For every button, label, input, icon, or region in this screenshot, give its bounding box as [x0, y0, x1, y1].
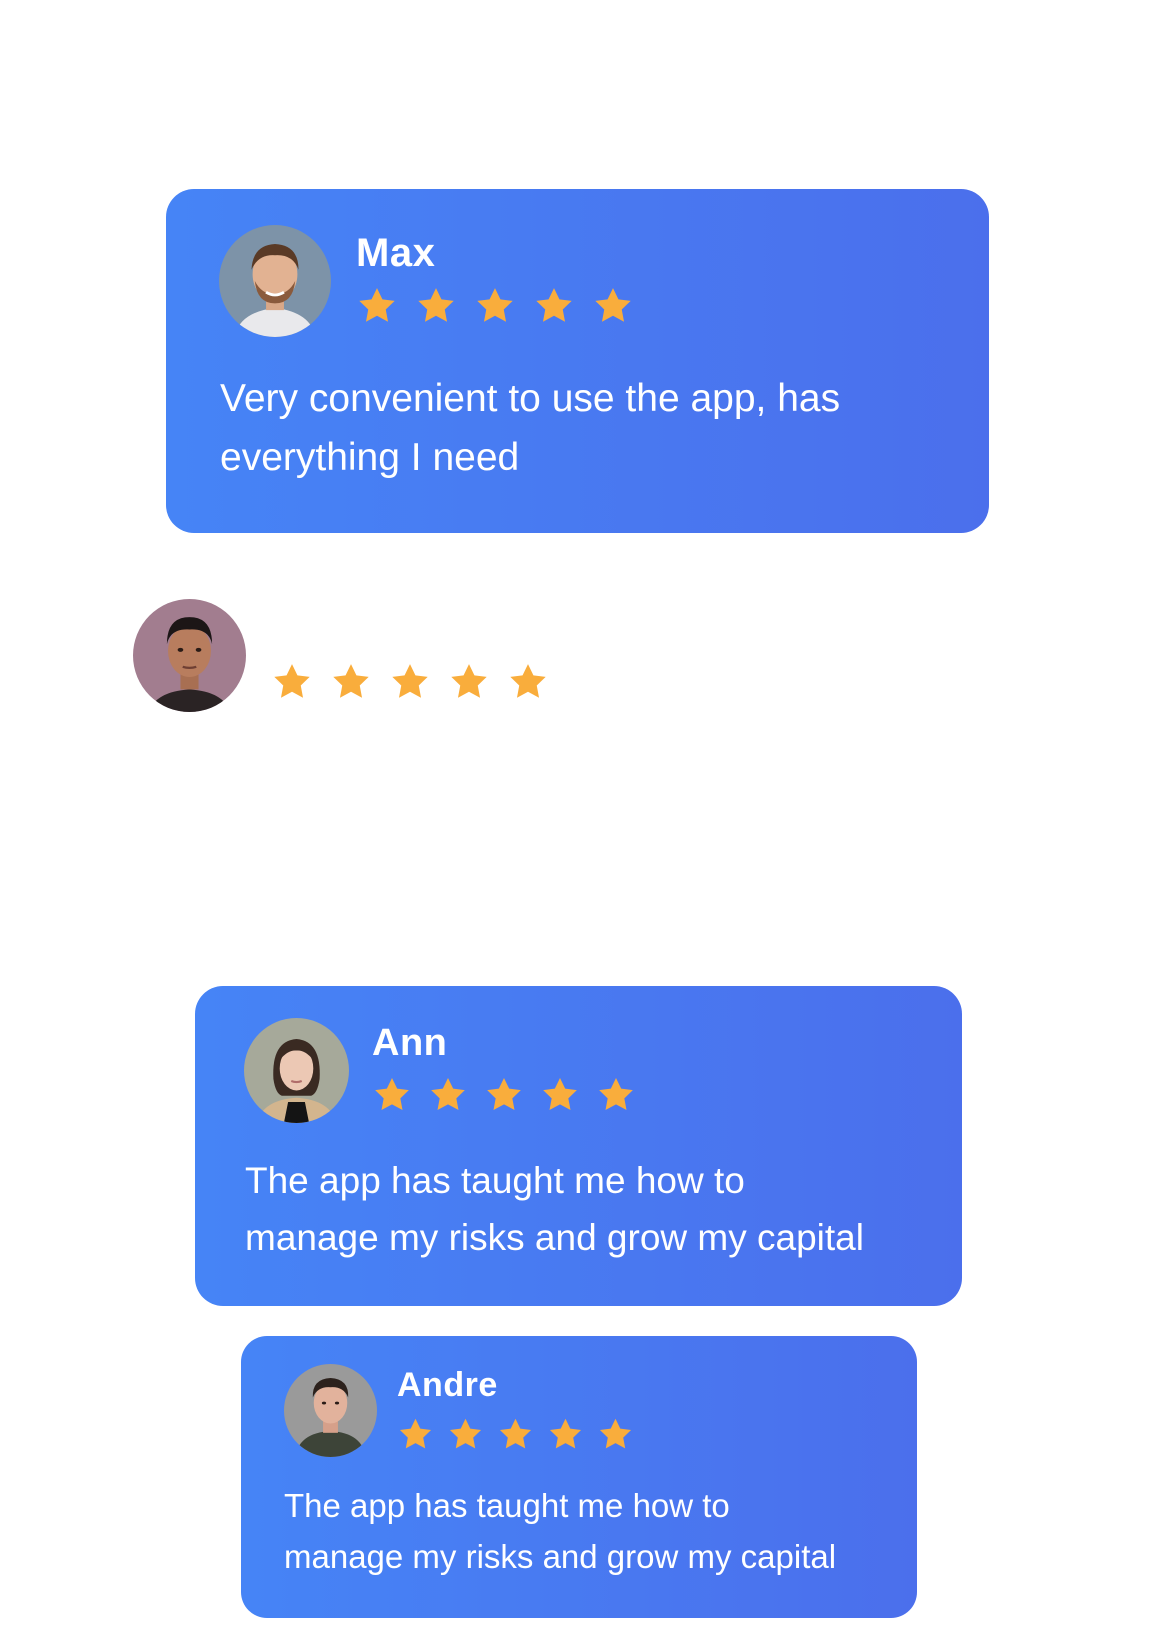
star-icon — [449, 1418, 482, 1449]
man-portrait-icon — [133, 599, 246, 712]
star-icon — [549, 1418, 582, 1449]
avatar — [219, 225, 331, 337]
star-icon — [599, 1078, 633, 1110]
star-icon — [392, 664, 428, 698]
star-icon — [487, 1078, 521, 1110]
star-icon — [595, 288, 631, 322]
star-icon — [599, 1418, 632, 1449]
review-card-andre: Andre The app has taught me how to manag… — [241, 1336, 917, 1618]
star-icon — [333, 664, 369, 698]
avatar — [284, 1364, 377, 1457]
star-rating — [356, 285, 634, 327]
star-icon — [359, 288, 395, 322]
reviewer-name: Max — [356, 231, 436, 275]
review-text-line-2: manage my risks and grow my capital — [245, 1217, 864, 1258]
star-rating — [372, 1075, 636, 1115]
star-icon — [375, 1078, 409, 1110]
star-rating — [271, 661, 549, 703]
review-text-line-1: The app has taught me how to — [245, 1160, 745, 1201]
woman-portrait-icon — [244, 1018, 349, 1123]
star-rating — [397, 1416, 634, 1453]
avatar — [133, 599, 246, 712]
star-icon — [451, 664, 487, 698]
star-icon — [499, 1418, 532, 1449]
star-icon — [399, 1418, 432, 1449]
star-icon — [418, 288, 454, 322]
star-icon — [536, 288, 572, 322]
review-card-ann: Ann The app has taught me how to manage … — [195, 986, 962, 1306]
review-text-line-1: The app has taught me how to — [284, 1487, 730, 1524]
star-icon — [510, 664, 546, 698]
review-text-line-1: Very convenient to use the app, has — [220, 377, 841, 420]
reviewer-name: Andre — [397, 1366, 498, 1404]
star-icon — [543, 1078, 577, 1110]
man-portrait-icon — [219, 225, 331, 337]
review-card-max: Max Very convenient to use the app, has … — [166, 189, 989, 533]
reviewer-name: Ann — [372, 1022, 448, 1064]
star-icon — [477, 288, 513, 322]
review-text-line-2: everything I need — [220, 436, 520, 479]
star-icon — [274, 664, 310, 698]
star-icon — [431, 1078, 465, 1110]
man-portrait-icon — [284, 1364, 377, 1457]
avatar — [244, 1018, 349, 1123]
review-text-line-2: manage my risks and grow my capital — [284, 1538, 837, 1575]
